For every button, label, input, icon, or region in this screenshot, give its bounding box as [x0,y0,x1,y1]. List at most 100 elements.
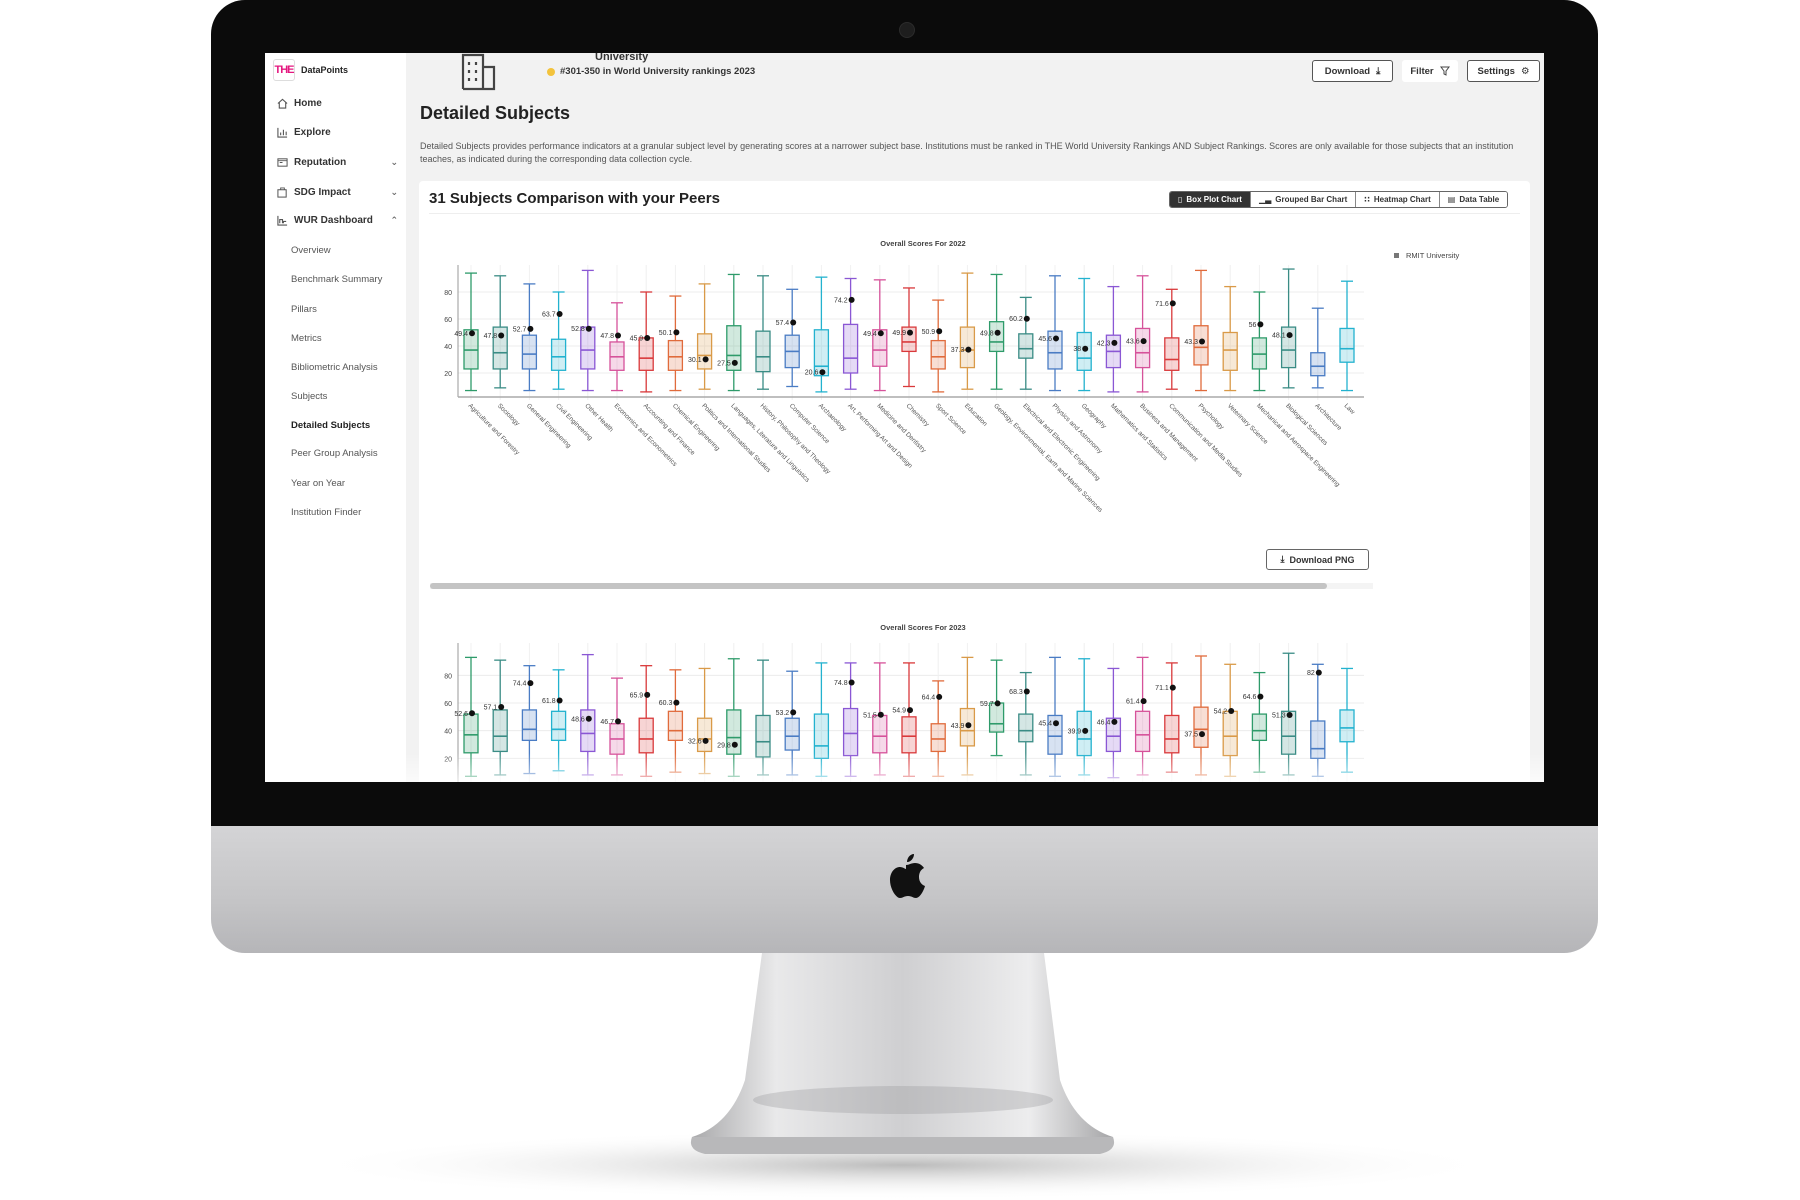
rmit-point [527,680,534,687]
rmit-point [1199,731,1205,738]
rmit-value-label: 45.6 [1038,336,1052,343]
rmit-point [1140,338,1147,345]
y-tick-label: 60 [444,317,452,324]
rmit-value-label: 51.3 [1272,713,1286,720]
rmit-value-label: 38 [1073,346,1081,353]
box [1018,713,1034,743]
x-tick-label: Agriculture and Forestry [467,402,522,457]
chart-title: Overall Scores For 2023 [880,623,965,632]
box [872,714,888,754]
rmit-value-label: 64.4 [922,694,936,701]
rmit-value-label: 61.8 [542,698,556,705]
box [901,716,917,754]
rmit-value-label: 43.3 [1184,339,1198,346]
rmit-value-label: 49.4 [454,331,468,338]
rmit-point [673,699,680,706]
rmit-value-label: 54.9 [892,708,906,715]
x-tick-label: Other Health [583,402,614,433]
box [667,339,684,371]
rmit-point [1023,688,1030,695]
rmit-point [965,722,972,729]
rmit-point [848,296,855,303]
box [667,710,684,742]
rmit-point [615,332,621,339]
rmit-value-label: 57.4 [776,320,790,327]
box [1222,331,1238,371]
rmit-point [615,718,621,725]
rmit-point [790,709,797,716]
x-tick-label: Art, Performing Art and Design [846,402,914,470]
rmit-point [1053,720,1059,727]
rmit-value-label: 60.3 [659,700,673,707]
rmit-point [731,741,738,748]
x-tick-label: Economics and Econometrics [613,402,679,468]
rmit-value-label: 32.6 [688,738,702,745]
x-tick-label: Psychology [1197,402,1226,431]
rmit-value-label: 64.6 [1243,694,1257,701]
rmit-point [936,693,943,700]
x-tick-label: Chemistry [905,402,931,428]
rmit-point [1140,698,1147,705]
screen: THE DataPoints Home Explore Reputation ⌄… [265,53,1544,782]
rmit-point [1023,315,1030,322]
rmit-point [702,737,709,744]
rmit-point [1228,708,1235,715]
rmit-point [585,715,592,722]
rmit-value-label: 74.4 [513,681,527,688]
rmit-value-label: 54.2 [1214,709,1228,716]
y-tick-label: 80 [444,673,452,680]
rmit-point [556,311,563,318]
apple-logo-icon [890,854,925,898]
y-tick-label: 60 [444,701,452,708]
y-tick-label: 20 [444,371,452,378]
rmit-point [1111,718,1118,725]
rmit-point [498,332,505,339]
box [1339,709,1355,743]
rmit-value-label: 43.9 [951,723,965,730]
box [696,717,713,753]
x-tick-label: Mathematics and Statistics [1109,402,1169,462]
rmit-point [556,697,563,704]
rmit-point [469,710,475,717]
x-tick-label: Education [963,402,989,428]
rmit-value-label: 56 [1249,322,1257,329]
rmit-value-label: 20.6 [805,370,819,377]
box [638,337,654,371]
box [1018,333,1034,359]
box [638,717,654,754]
x-tick-label: Geography [1080,402,1108,430]
box [550,710,567,742]
rmit-point [877,711,884,718]
rmit-value-label: 52.8 [571,326,585,333]
rmit-point [1082,727,1089,734]
rmit-value-label: 53.2 [776,710,790,717]
rmit-point [1169,684,1176,691]
rmit-point [994,700,1001,707]
rmit-value-label: 59.7 [980,701,994,708]
rmit-point [1111,339,1118,346]
rmit-value-label: 48.1 [1272,333,1286,340]
rmit-value-label: 47.8 [600,333,614,340]
box [784,717,800,751]
rmit-value-label: 52.7 [513,326,527,333]
x-tick-label: Accounting and Finance [642,402,697,457]
rmit-point [498,704,505,711]
rmit-value-label: 45.9 [630,336,644,343]
rmit-value-label: 49.4 [863,331,877,338]
rmit-value-label: 74.2 [834,297,848,304]
rmit-value-label: 29.8 [717,742,731,749]
box [1164,714,1180,754]
rmit-point [994,329,1001,336]
y-tick-label: 40 [444,344,452,351]
box [930,339,946,370]
box [1339,327,1355,363]
x-tick-label: Business and Management [1138,402,1199,463]
x-tick-label: Archaeology [817,402,848,433]
rmit-value-label: 49.9 [892,330,906,337]
camera [899,22,915,38]
rmit-point [702,356,709,363]
rmit-point [527,325,534,332]
x-tick-label: Geology, Environmental, Earth and Marine… [992,402,1104,514]
box [755,714,771,758]
x-tick-label: Physics and Astronomy [1051,402,1104,455]
